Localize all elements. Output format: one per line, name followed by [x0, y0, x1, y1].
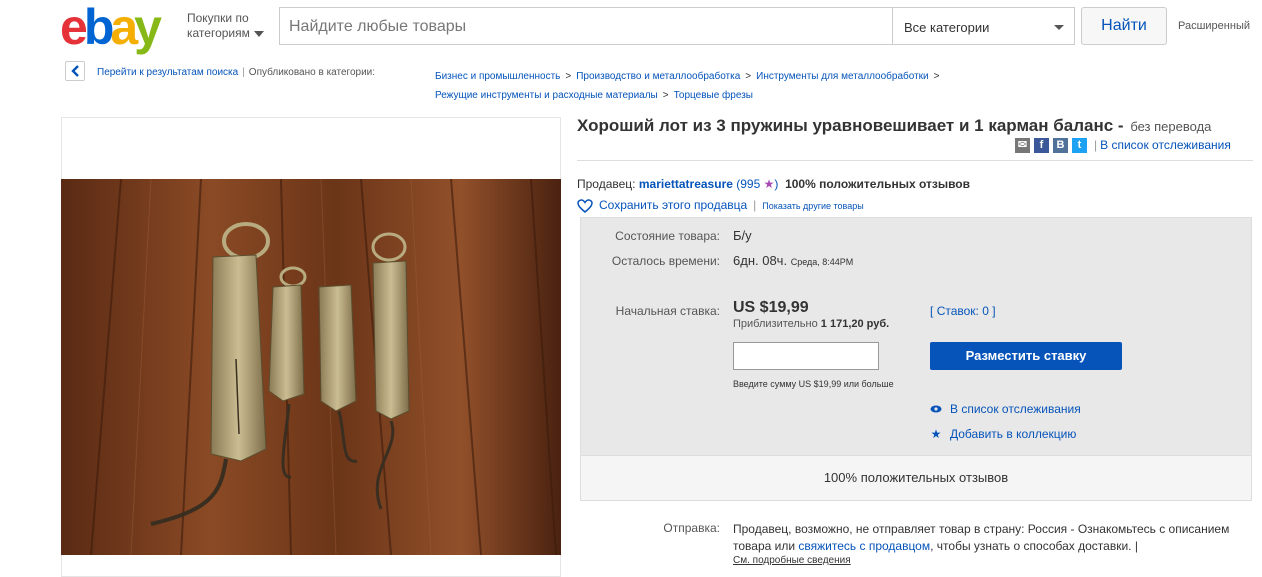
- bids-count: [ Ставок: 0 ]: [930, 304, 996, 318]
- seller-info: Продавец: mariettatreasure (995 ★) 100% …: [577, 177, 970, 191]
- seller-label: Продавец:: [577, 177, 636, 191]
- breadcrumb-separator: >: [745, 71, 752, 82]
- breadcrumb: Бизнес и промышленность > Производство и м…: [435, 67, 1035, 105]
- breadcrumb-item[interactable]: Инструменты для металлообработки: [756, 71, 929, 82]
- shipping-details-link[interactable]: См. подробные сведения: [733, 555, 851, 566]
- breadcrumb-separator: >: [933, 71, 940, 82]
- published-in-label: Опубликовано в категории:: [248, 67, 376, 78]
- bids-link[interactable]: Ставок: 0: [937, 304, 989, 318]
- watchlist-link[interactable]: В список отслеживания: [1100, 138, 1231, 152]
- approx-label: Приблизительно: [733, 318, 818, 330]
- page-title: Хороший лот из 3 пружины уравновешивает …: [577, 116, 1211, 136]
- shop-by-line2: категориям: [187, 26, 250, 40]
- bids-bracket: [: [930, 304, 934, 318]
- save-seller-row: Сохранить этого продавца | Показать другие…: [577, 198, 864, 213]
- breadcrumb-back: Перейти к результатам поиска | Опубликован…: [97, 67, 376, 78]
- add-to-watchlist-button[interactable]: В список отслеживания: [930, 402, 1081, 416]
- add-to-collection-label: Добавить в коллекцию: [950, 427, 1077, 441]
- share-row: ✉ f Bt | В список отслеживания: [1015, 138, 1231, 154]
- approx-value: 1 171,20 руб.: [820, 318, 890, 330]
- product-photo[interactable]: [61, 179, 561, 555]
- bid-hint: Введите сумму US $19,99 или больше: [733, 379, 894, 389]
- seller-score: (995: [736, 177, 761, 191]
- breadcrumb-item[interactable]: Режущие инструменты и расходные материал…: [435, 90, 658, 101]
- chevron-down-icon: [1054, 25, 1064, 30]
- no-translation-note: без перевода: [1130, 119, 1212, 134]
- condition-value: Б/у: [733, 228, 752, 243]
- email-icon[interactable]: ✉: [1015, 138, 1030, 154]
- facebook-icon[interactable]: f: [1034, 138, 1049, 154]
- approx-price: Приблизительно 1 171,20 руб.: [733, 318, 889, 330]
- save-seller-link[interactable]: Сохранить этого продавца: [599, 198, 747, 212]
- logo-letter-a: a: [110, 0, 138, 55]
- logo-letter-e: e: [60, 0, 88, 55]
- back-button[interactable]: [65, 61, 85, 81]
- vk-icon[interactable]: B: [1053, 138, 1068, 154]
- breadcrumb-item[interactable]: Торцевые фрезы: [674, 90, 753, 101]
- advanced-search-link[interactable]: Расширенный: [1178, 20, 1250, 32]
- feedback-footer: 100% положительных отзывов: [581, 455, 1251, 500]
- breadcrumb-separator: >: [662, 90, 669, 101]
- bid-amount-input[interactable]: [733, 342, 879, 370]
- shipping-text: Продавец, возможно, не отправляет товар …: [733, 521, 1253, 555]
- add-to-watchlist-label: В список отслеживания: [950, 402, 1081, 416]
- star-icon: ★: [930, 427, 942, 441]
- bids-bracket: ]: [992, 304, 996, 318]
- seller-score-link[interactable]: (995 ★): [736, 177, 778, 191]
- time-left-value: 6дн. 08ч.: [733, 253, 788, 268]
- star-icon: ★: [763, 177, 775, 191]
- twitter-icon[interactable]: t: [1072, 138, 1087, 154]
- shipping-text-part2: , чтобы узнать о способах доставки. |: [930, 539, 1138, 553]
- other-items-link[interactable]: Показать другие товары: [762, 201, 863, 211]
- positive-feedback: 100% положительных отзывов: [785, 177, 971, 191]
- time-left-label: Осталось времени:: [611, 254, 720, 268]
- search-button[interactable]: Найти: [1081, 7, 1167, 45]
- breadcrumb-item[interactable]: Бизнес и промышленность: [435, 71, 560, 82]
- shop-by-line1: Покупки по: [187, 11, 249, 25]
- category-select[interactable]: Все категории: [893, 7, 1075, 45]
- price: US $19,99: [733, 299, 809, 316]
- contact-seller-link[interactable]: свяжитесь с продавцом: [798, 539, 930, 553]
- listing-title: Хороший лот из 3 пружины уравновешивает …: [577, 116, 1124, 135]
- category-select-value: Все категории: [904, 20, 990, 35]
- time-left-end: Среда, 8:44PM: [790, 257, 854, 267]
- search-input[interactable]: Найдите любые товары: [279, 7, 893, 45]
- place-bid-button[interactable]: Разместить ставку: [930, 342, 1122, 370]
- heart-icon[interactable]: [577, 199, 593, 213]
- breadcrumb-separator: >: [565, 71, 572, 82]
- shipping-label: Отправка:: [663, 521, 720, 535]
- condition-label: Состояние товара:: [615, 229, 720, 243]
- logo-letter-b: b: [83, 0, 114, 55]
- add-to-collection-button[interactable]: ★ Добавить в коллекцию: [930, 427, 1077, 441]
- time-left: 6дн. 08ч. Среда, 8:44PM: [733, 253, 853, 268]
- chevron-down-icon: [253, 30, 264, 37]
- divider: [577, 160, 1253, 161]
- logo-letter-y: y: [134, 0, 162, 55]
- starting-bid-label: Начальная ставка:: [615, 304, 720, 318]
- back-to-results-link[interactable]: Перейти к результатам поиска: [97, 67, 238, 78]
- seller-score-close: ): [774, 177, 779, 191]
- breadcrumb-item[interactable]: Производство и металлообработка: [576, 71, 740, 82]
- chevron-left-icon: [71, 65, 79, 77]
- eye-icon: [930, 402, 942, 416]
- shop-by-category-button[interactable]: Покупки по категориям: [187, 11, 264, 41]
- ebay-logo[interactable]: ebay: [60, 0, 162, 55]
- seller-name-link[interactable]: mariettatreasure: [639, 177, 733, 191]
